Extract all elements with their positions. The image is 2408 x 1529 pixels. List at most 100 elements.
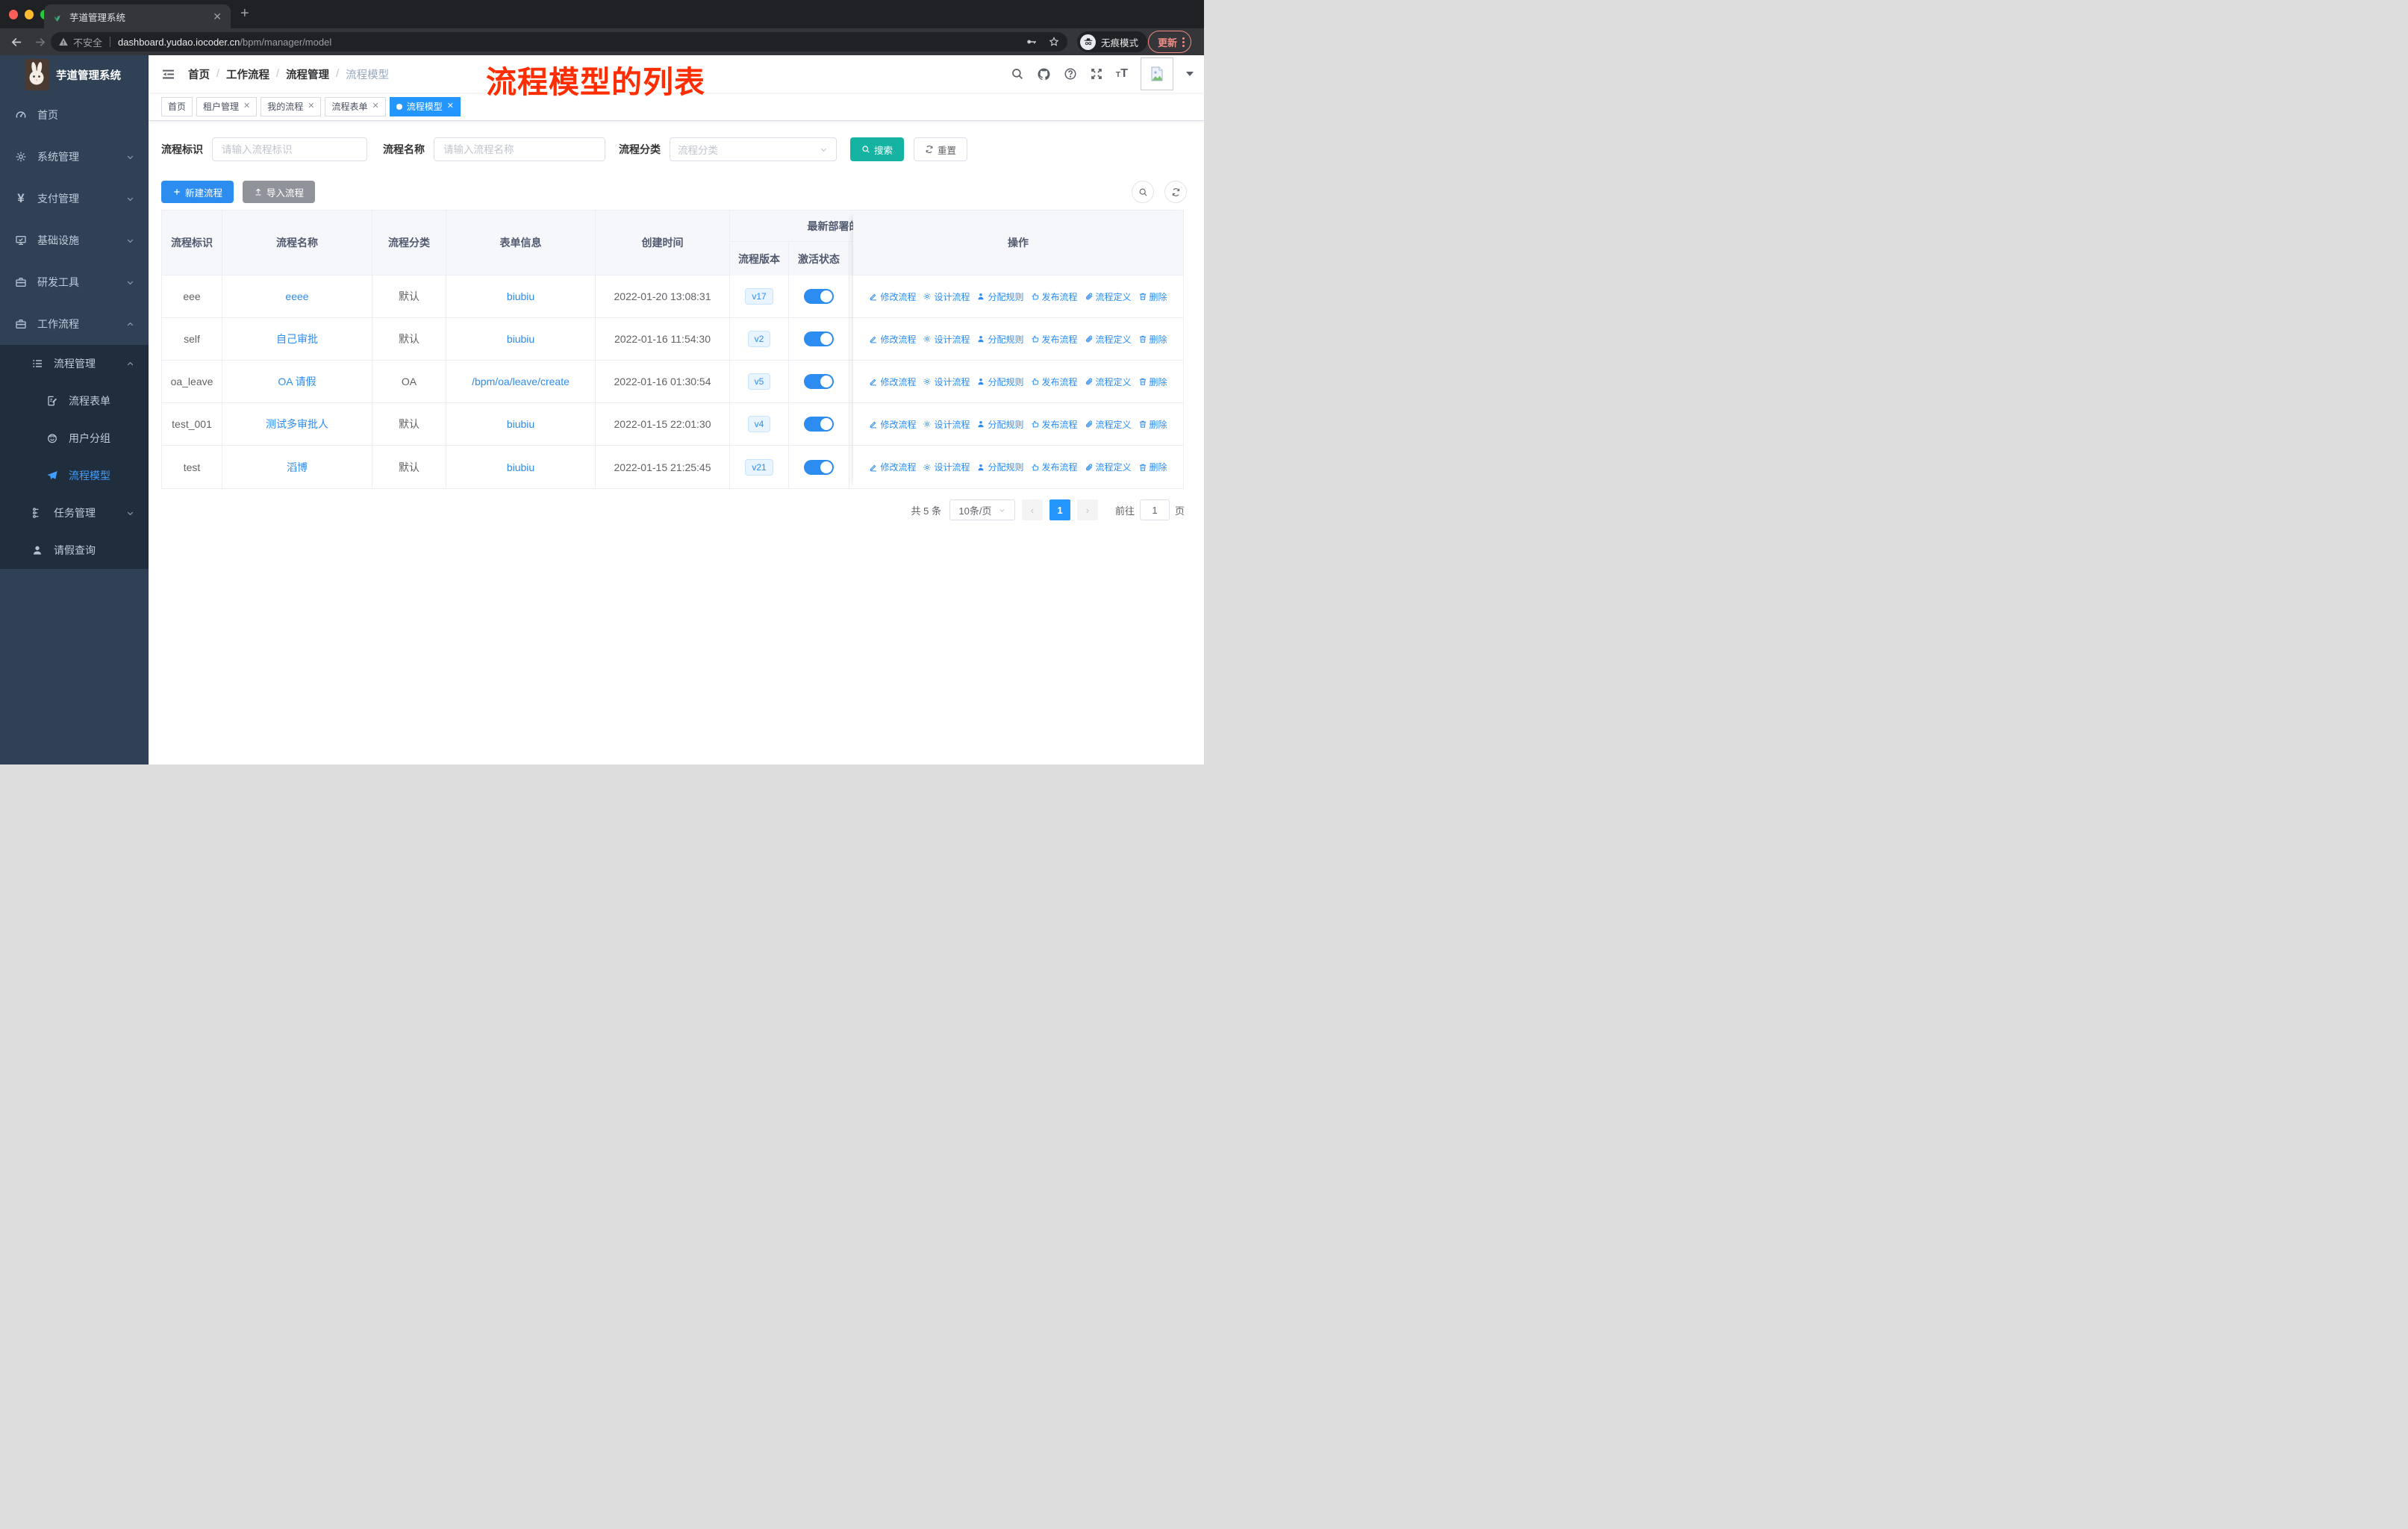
process-category-select[interactable]: 流程分类 (670, 137, 837, 161)
refresh-table-button[interactable] (1164, 181, 1187, 203)
active-toggle[interactable] (804, 289, 834, 304)
form-info-link[interactable]: biubiu (507, 290, 534, 302)
process-name-link[interactable]: 测试多审批人 (266, 417, 328, 432)
sidebar-item-workflow[interactable]: 工作流程 (0, 303, 149, 345)
table-scroll-area[interactable]: 流程标识流程名称流程分类表单信息创建时间最新部署的流程定义流程版本激活状态 ee… (162, 211, 853, 488)
delete-action-link[interactable]: 删除 (1138, 376, 1167, 388)
back-icon[interactable] (10, 36, 23, 49)
browser-tab[interactable]: 芋道管理系统 ✕ (44, 4, 231, 28)
design-action-link[interactable]: 设计流程 (923, 333, 970, 346)
sidebar-item-process-management[interactable]: 流程管理 (0, 345, 149, 382)
goto-page-input[interactable] (1139, 499, 1170, 520)
sidebar-item-infrastructure[interactable]: 基础设施 (0, 219, 149, 261)
definition-action-link[interactable]: 流程定义 (1085, 290, 1132, 303)
assign-rule-action-link[interactable]: 分配规则 (976, 290, 1024, 303)
breadcrumb-item[interactable]: 首页 (188, 66, 210, 82)
publish-action-link[interactable]: 发布流程 (1031, 461, 1078, 473)
publish-action-link[interactable]: 发布流程 (1031, 290, 1078, 303)
help-icon[interactable] (1064, 67, 1077, 81)
browser-menu-icon[interactable] (1182, 37, 1185, 47)
delete-action-link[interactable]: 删除 (1138, 333, 1167, 346)
github-icon[interactable] (1037, 67, 1051, 81)
design-action-link[interactable]: 设计流程 (923, 290, 970, 303)
address-bar[interactable]: 不安全 dashboard.yudao.iocoder.cn /bpm/mana… (51, 32, 1067, 52)
bookmark-star-icon[interactable] (1048, 36, 1060, 48)
tab-close-icon[interactable]: ✕ (211, 10, 223, 23)
design-action-link[interactable]: 设计流程 (923, 418, 970, 431)
process-key-input[interactable] (212, 137, 367, 161)
sidebar-item-task-management[interactable]: 任务管理 (0, 494, 149, 532)
font-size-icon[interactable]: TT (1116, 67, 1128, 81)
sidebar-item-leave-query[interactable]: 请假查询 (0, 532, 149, 569)
modify-action-link[interactable]: 修改流程 (869, 376, 916, 388)
active-toggle[interactable] (804, 459, 834, 475)
assign-rule-action-link[interactable]: 分配规则 (976, 333, 1024, 346)
close-icon[interactable]: ✕ (372, 102, 379, 110)
toggle-search-button[interactable] (1132, 181, 1154, 203)
process-name-link[interactable]: eeee (285, 290, 308, 302)
publish-action-link[interactable]: 发布流程 (1031, 376, 1078, 388)
avatar-caret-icon[interactable] (1186, 72, 1194, 76)
tab-process-model[interactable]: 流程模型 ✕ (389, 96, 461, 116)
form-info-link[interactable]: biubiu (507, 461, 534, 473)
assign-rule-action-link[interactable]: 分配规则 (976, 376, 1024, 388)
breadcrumb-item[interactable]: 流程管理 (286, 66, 329, 82)
modify-action-link[interactable]: 修改流程 (869, 290, 916, 303)
update-button[interactable]: 更新 (1148, 31, 1192, 53)
process-name-link[interactable]: 自己审批 (276, 331, 318, 346)
delete-action-link[interactable]: 删除 (1138, 461, 1167, 473)
reset-button[interactable]: 重置 (914, 137, 968, 161)
page-size-select[interactable]: 10条/页 (949, 499, 1015, 520)
definition-action-link[interactable]: 流程定义 (1085, 461, 1132, 473)
design-action-link[interactable]: 设计流程 (923, 461, 970, 473)
version-badge[interactable]: v2 (747, 331, 771, 347)
tab-process-form[interactable]: 流程表单 ✕ (325, 96, 386, 116)
modify-action-link[interactable]: 修改流程 (869, 461, 916, 473)
assign-rule-action-link[interactable]: 分配规则 (976, 461, 1024, 473)
import-process-button[interactable]: 导入流程 (243, 181, 316, 203)
window-minimize-button[interactable] (25, 9, 34, 19)
version-badge[interactable]: v17 (745, 288, 773, 305)
breadcrumb-item[interactable]: 工作流程 (226, 66, 269, 82)
version-badge[interactable]: v21 (745, 458, 773, 476)
forward-icon[interactable] (34, 36, 46, 49)
window-close-button[interactable] (9, 9, 18, 19)
sidebar-item-payment[interactable]: ¥ 支付管理 (0, 178, 149, 219)
assign-rule-action-link[interactable]: 分配规则 (976, 418, 1024, 431)
close-icon[interactable]: ✕ (243, 102, 250, 110)
delete-action-link[interactable]: 删除 (1138, 418, 1167, 431)
password-key-icon[interactable] (1026, 36, 1038, 48)
prev-page-button[interactable]: ‹ (1021, 499, 1043, 520)
definition-action-link[interactable]: 流程定义 (1085, 333, 1132, 346)
page-1-button[interactable]: 1 (1049, 499, 1070, 520)
create-process-button[interactable]: 新建流程 (161, 181, 234, 203)
sidebar-item-home[interactable]: 首页 (0, 94, 149, 136)
search-button[interactable]: 搜索 (850, 137, 905, 161)
publish-action-link[interactable]: 发布流程 (1031, 333, 1078, 346)
definition-action-link[interactable]: 流程定义 (1085, 418, 1132, 431)
app-logo[interactable]: 芋道管理系统 (0, 55, 149, 94)
close-icon[interactable]: ✕ (308, 102, 314, 110)
sidebar-item-dev-tools[interactable]: 研发工具 (0, 261, 149, 303)
sidebar-item-process-form[interactable]: 流程表单 (0, 382, 149, 420)
sidebar-fold-icon[interactable] (161, 67, 175, 81)
active-toggle[interactable] (804, 331, 834, 346)
design-action-link[interactable]: 设计流程 (923, 376, 970, 388)
user-avatar[interactable] (1141, 57, 1173, 90)
delete-action-link[interactable]: 删除 (1138, 290, 1167, 303)
new-tab-button[interactable]: + (240, 6, 249, 21)
tab-tenant-management[interactable]: 租户管理 ✕ (196, 96, 258, 116)
form-info-link[interactable]: biubiu (507, 418, 534, 430)
process-name-link[interactable]: OA 请假 (278, 374, 316, 389)
sidebar-item-system[interactable]: 系统管理 (0, 136, 149, 178)
next-page-button[interactable]: › (1076, 499, 1098, 520)
form-info-link[interactable]: /bpm/oa/leave/create (472, 376, 570, 387)
publish-action-link[interactable]: 发布流程 (1031, 418, 1078, 431)
process-name-input[interactable] (434, 137, 605, 161)
active-toggle[interactable] (804, 417, 834, 432)
process-name-link[interactable]: 滔博 (287, 460, 308, 475)
version-badge[interactable]: v4 (747, 416, 771, 432)
version-badge[interactable]: v5 (747, 373, 771, 390)
fullscreen-icon[interactable] (1090, 67, 1103, 81)
definition-action-link[interactable]: 流程定义 (1085, 376, 1132, 388)
